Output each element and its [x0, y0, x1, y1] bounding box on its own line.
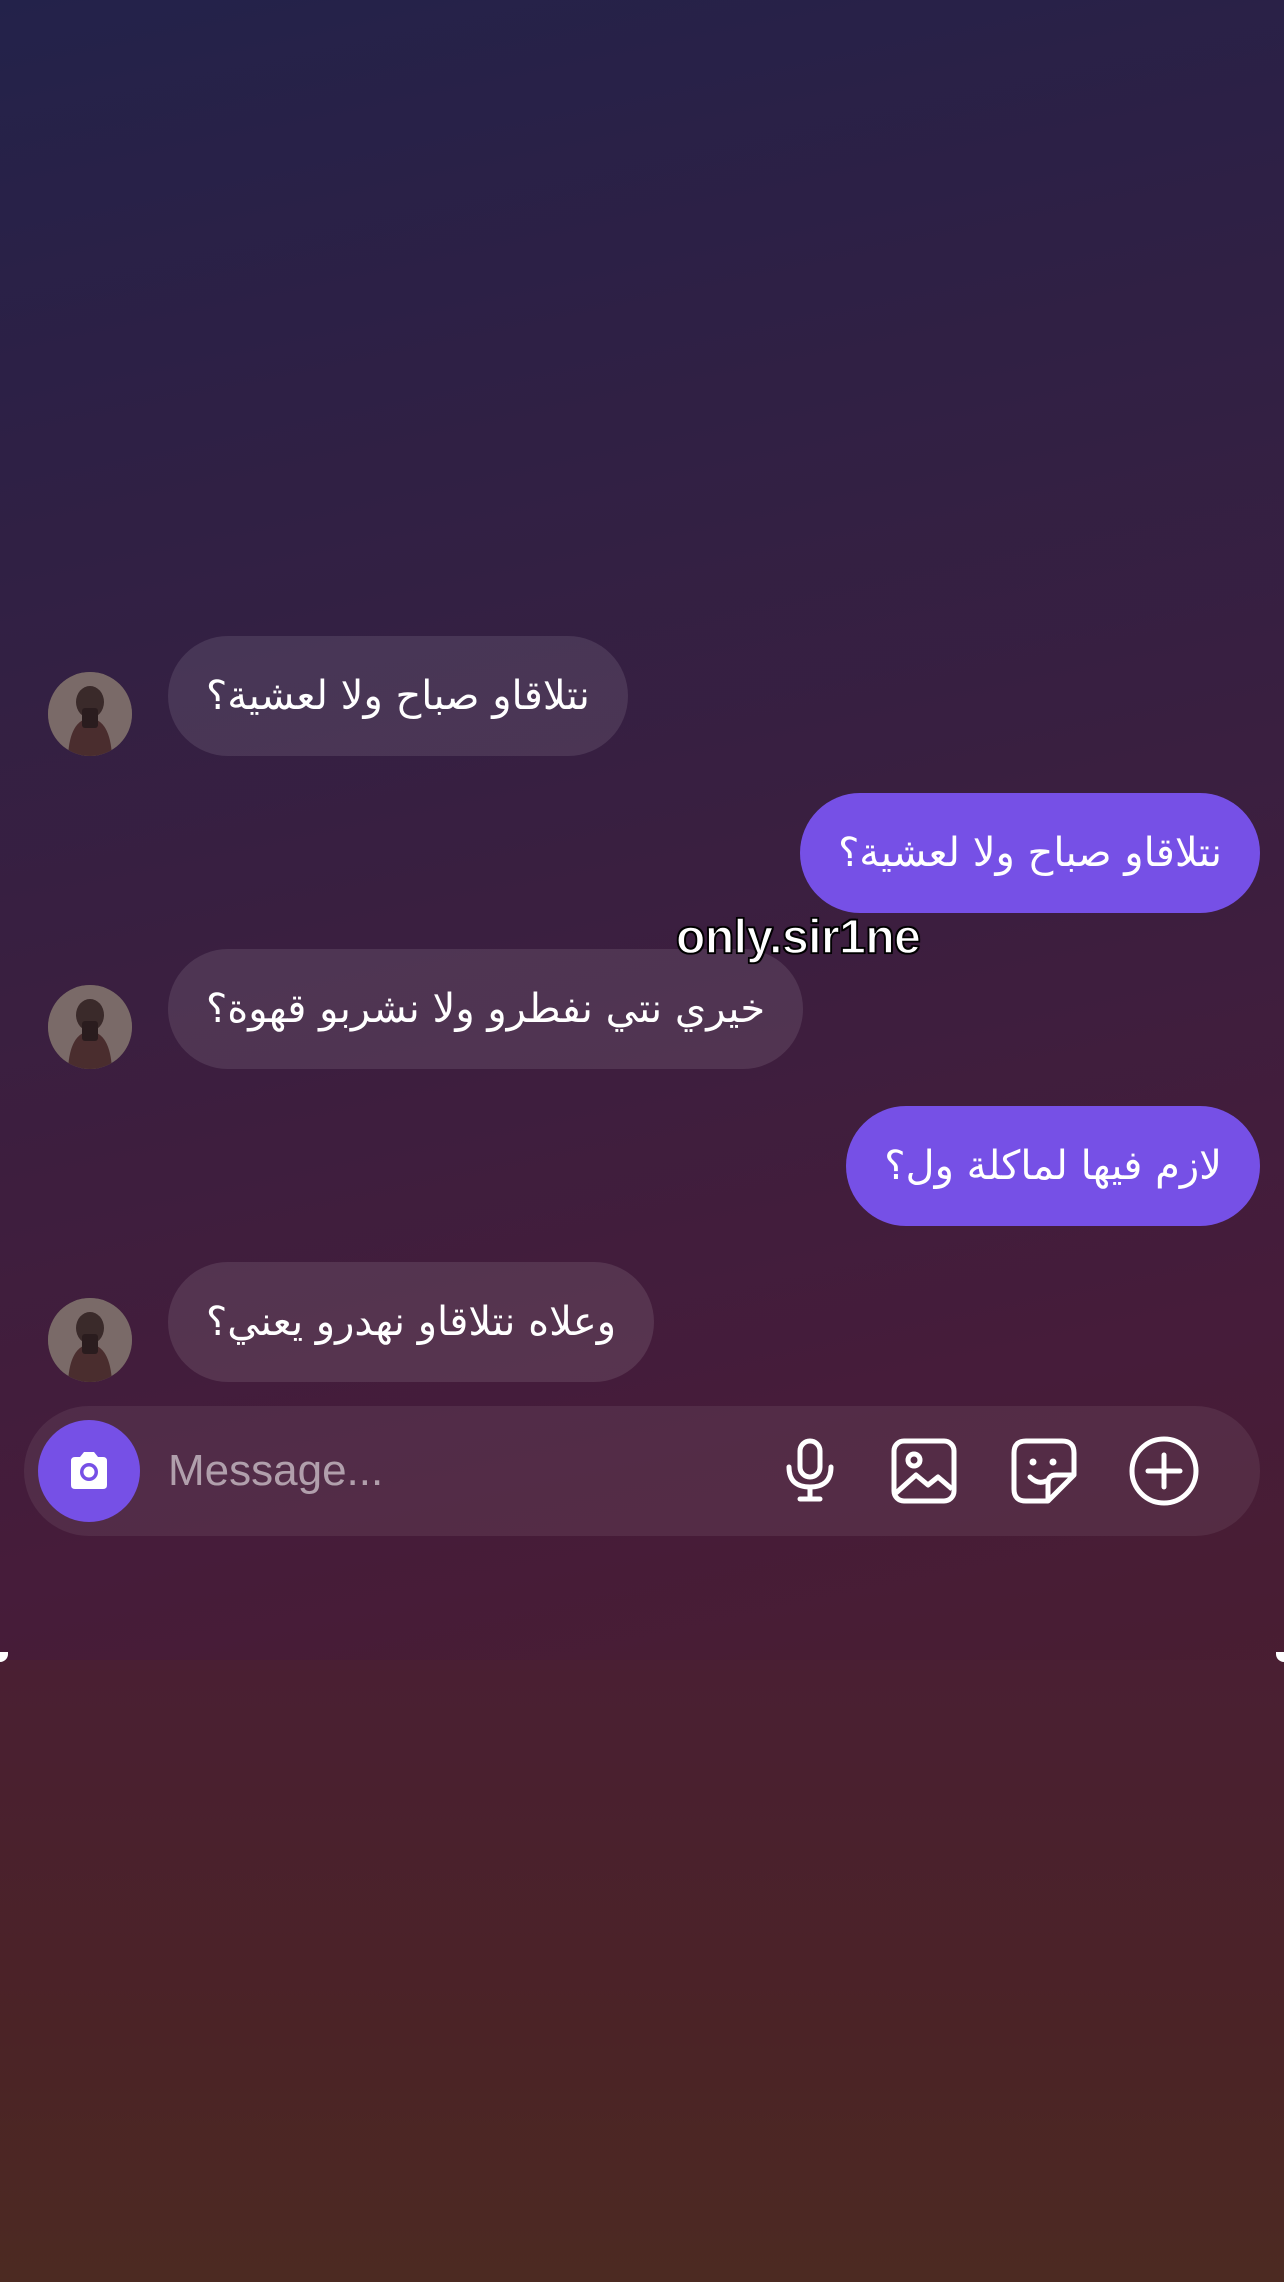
- sticker-icon: [1011, 1438, 1077, 1504]
- sticker-button[interactable]: [1008, 1435, 1080, 1507]
- avatar[interactable]: [48, 985, 132, 1069]
- outgoing-message-bubble[interactable]: لازم فيها لماكلة ول؟: [846, 1106, 1260, 1226]
- microphone-button[interactable]: [774, 1435, 846, 1507]
- camera-icon: [71, 1452, 107, 1489]
- microphone-icon: [786, 1438, 834, 1502]
- avatar[interactable]: [48, 672, 132, 756]
- incoming-message-bubble[interactable]: خيري نتي نفطرو ولا نشربو قهوة؟: [168, 949, 804, 1069]
- incoming-message-bubble[interactable]: وعلاه نتلاقاو نهدرو يعني؟: [168, 1262, 655, 1382]
- background-lower: [0, 1660, 1284, 2282]
- plus-circle-icon: [1129, 1436, 1199, 1506]
- incoming-message-bubble[interactable]: نتلاقاو صباح ولا لعشية؟: [168, 636, 628, 756]
- outgoing-message-bubble[interactable]: نتلاقاو صباح ولا لعشية؟: [800, 793, 1260, 913]
- message-composer: [24, 1406, 1260, 1536]
- gallery-button[interactable]: [888, 1435, 960, 1507]
- more-button[interactable]: [1128, 1435, 1200, 1507]
- image-icon: [891, 1438, 957, 1504]
- watermark-text: only.sir1ne: [675, 910, 921, 965]
- avatar[interactable]: [48, 1298, 132, 1382]
- message-input[interactable]: [168, 1436, 728, 1506]
- camera-button[interactable]: [38, 1420, 140, 1522]
